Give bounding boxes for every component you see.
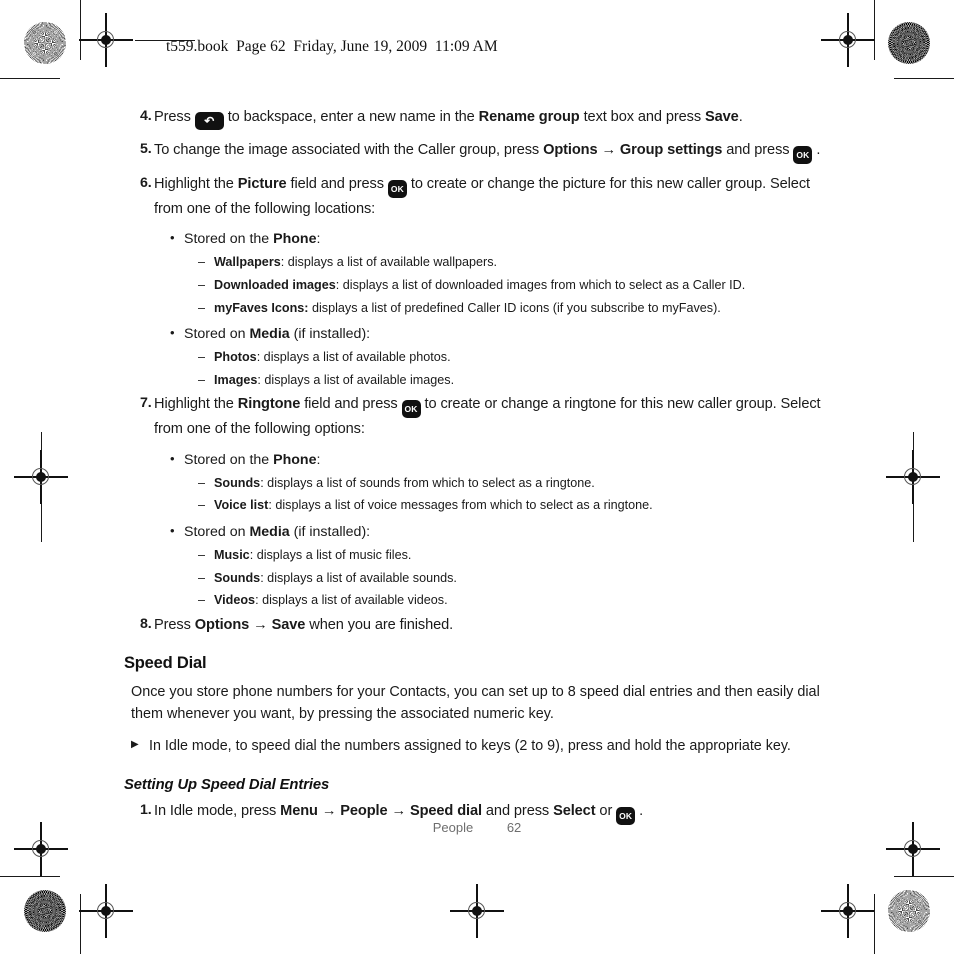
option-bullet: Stored on the Phone: (170, 449, 834, 471)
option-term: myFaves Icons: (214, 300, 309, 315)
emphasis-text: → (387, 803, 410, 820)
option-bullet: Stored on Media (if installed): (170, 521, 834, 543)
option-term: Voice list (214, 498, 269, 513)
subsection-title: Setting Up Speed Dial Entries (124, 777, 330, 794)
step-7: 7. Highlight the Ringtone field and press… (124, 393, 834, 440)
option-dash-item: Music: displays a list of music files. (198, 546, 834, 566)
step-text: To change the image associated with the … (154, 139, 834, 164)
option-term: Downloaded images (214, 277, 336, 292)
step-8-row: 8. Press Options → Save when you are fini… (124, 614, 834, 636)
step-text: Press Options → Save when you are finish… (154, 616, 454, 633)
step-number: 7. (140, 395, 152, 412)
option-dash-item: Downloaded images: displays a list of do… (198, 276, 834, 296)
manual-page: t559.book Page 62 Friday, June 19, 2009 … (0, 0, 954, 954)
emphasis-text: Phone (273, 231, 317, 248)
ringtone-options-group: Stored on the Phone: Sounds: displays a l… (124, 449, 834, 611)
emphasis-text: → (317, 803, 341, 820)
step-8: 8. Press Options → Save when you are fini… (124, 614, 834, 636)
page-title: Speed Dial (124, 653, 207, 672)
option-term: Sounds (214, 570, 261, 585)
option-term: Images (214, 372, 258, 387)
step-number: 8. (140, 615, 152, 632)
option-dash-item: Sounds: displays a list of available sou… (198, 569, 834, 589)
option-dash-item: Wallpapers: displays a list of available… (198, 253, 834, 273)
emphasis-text: Media (249, 523, 290, 540)
step-number: 4. (140, 108, 152, 124)
step-7-row: 7. Highlight the Ringtone field and press… (124, 393, 834, 440)
emphasis-text: → (249, 616, 272, 633)
footer-page-number: 62 (506, 820, 522, 835)
emphasis-text: Menu (280, 803, 318, 820)
back-key-icon: ↶ (194, 112, 224, 130)
ok-key-icon: OK (793, 146, 813, 164)
numbered-steps-group: 4. Press ↶ to backspace, enter a new name… (124, 106, 834, 220)
emphasis-text: Options (194, 616, 250, 633)
page-content: 4. Press ↶ to backspace, enter a new name… (124, 106, 834, 834)
emphasis-text: Ringtone (237, 396, 301, 413)
step-number: 5. (140, 141, 152, 157)
emphasis-text: Speed dial (409, 803, 482, 820)
footer-chapter-label: People (432, 820, 474, 835)
emphasis-text: Media (249, 326, 290, 343)
step-6: 6. Highlight the Picture field and press … (124, 173, 834, 220)
option-dash-item: myFaves Icons: displays a list of predef… (198, 299, 834, 319)
option-bullet: Stored on Media (if installed): (170, 323, 834, 345)
option-bullet: Stored on the Phone: (170, 228, 834, 250)
option-term: Sounds (214, 475, 261, 490)
book-file-tag: t559.book Page 62 Friday, June 19, 2009 … (166, 38, 498, 55)
option-term: Photos (214, 350, 257, 365)
emphasis-text: People (340, 803, 388, 820)
option-term: Videos (214, 593, 256, 608)
emphasis-text: Phone (273, 451, 317, 468)
emphasis-text: Rename group (478, 109, 580, 125)
step-text: Press ↶ to backspace, enter a new name i… (154, 109, 743, 130)
page-footer: People 62 (0, 820, 954, 835)
emphasis-text: Picture (237, 176, 287, 192)
emphasis-text: Save (705, 109, 739, 125)
emphasis-text: → (597, 142, 620, 158)
option-dash-item: Photos: displays a list of available pho… (198, 348, 834, 368)
step-5: 5. To change the image associated with th… (124, 139, 834, 164)
emphasis-text: Options (543, 142, 598, 158)
picture-options-group: Stored on the Phone: Wallpapers: displays… (124, 228, 834, 391)
step-number: 1. (140, 802, 152, 819)
step-text: Highlight the Picture field and press OK… (154, 176, 810, 217)
option-term: Wallpapers (214, 255, 281, 270)
step-text: Highlight the Ringtone field and press O… (154, 396, 821, 438)
option-dash-item: Images: displays a list of available ima… (198, 371, 834, 391)
speed-dial-note: In Idle mode, to speed dial the numbers … (131, 736, 834, 757)
step-4: 4. Press ↶ to backspace, enter a new name… (124, 106, 834, 130)
option-dash-item: Sounds: displays a list of sounds from w… (198, 474, 834, 494)
ok-key-icon: OK (401, 400, 421, 419)
speed-dial-paragraph: Once you store phone numbers for your Co… (131, 683, 820, 722)
option-term: Music (214, 548, 250, 563)
emphasis-text: Group settings (619, 142, 723, 158)
emphasis-text: Select (553, 803, 596, 820)
option-dash-item: Videos: displays a list of available vid… (198, 591, 834, 611)
ok-key-icon: OK (387, 180, 407, 198)
emphasis-text: Save (271, 616, 306, 633)
step-number: 6. (140, 175, 152, 191)
option-dash-item: Voice list: displays a list of voice mes… (198, 496, 834, 516)
